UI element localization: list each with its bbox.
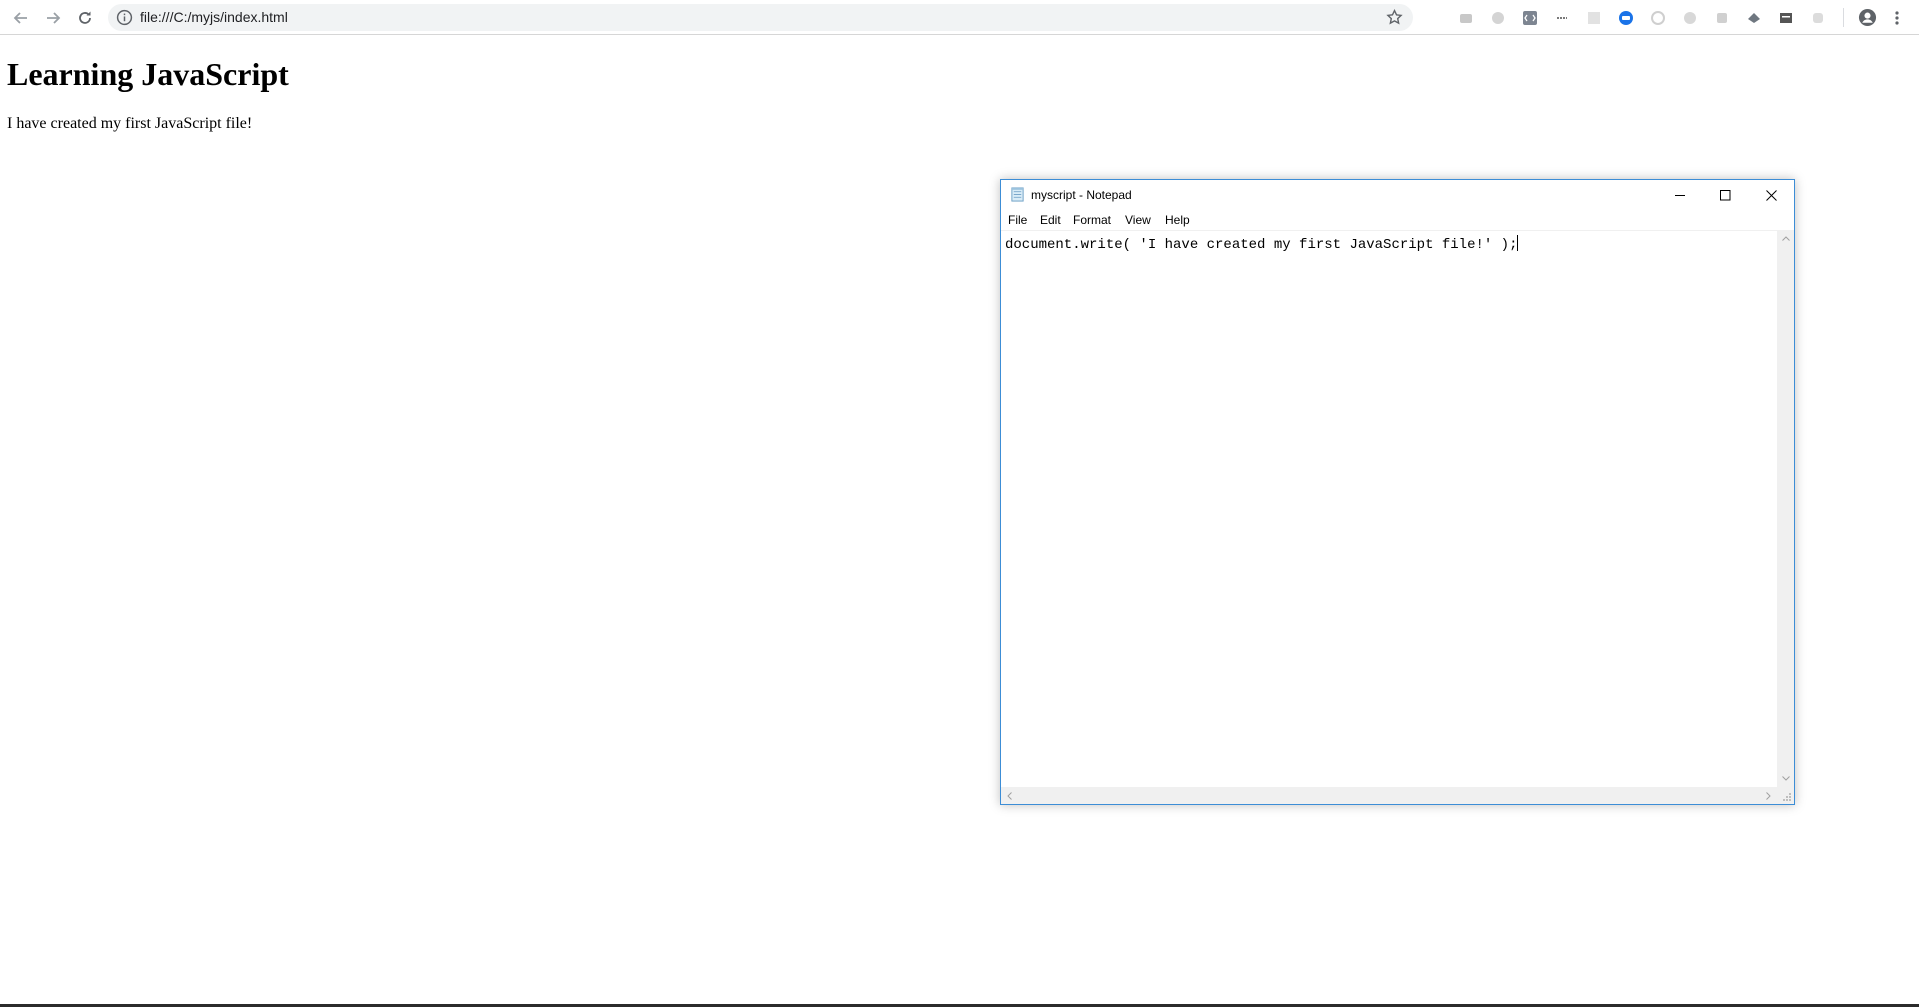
reload-button[interactable] xyxy=(72,5,98,31)
extension-icon[interactable] xyxy=(1681,9,1698,26)
menu-file[interactable]: File xyxy=(1008,213,1027,227)
notepad-content: document.write( 'I have created my first… xyxy=(1005,237,1518,253)
kebab-menu-icon xyxy=(1894,10,1899,25)
minimize-icon xyxy=(1675,194,1685,196)
menu-edit[interactable]: Edit xyxy=(1040,213,1061,227)
extension-icon[interactable] xyxy=(1585,9,1602,26)
page-heading: Learning JavaScript xyxy=(7,56,289,92)
profile-button[interactable] xyxy=(1857,7,1877,27)
minimize-button[interactable] xyxy=(1658,180,1703,210)
extension-icon[interactable] xyxy=(1617,9,1634,26)
notepad-app-icon xyxy=(1011,187,1024,202)
chevron-left-icon xyxy=(1007,791,1012,800)
text-caret xyxy=(1517,235,1519,251)
maximize-icon xyxy=(1720,189,1731,200)
back-button[interactable] xyxy=(8,5,34,31)
chevron-up-icon xyxy=(1781,236,1790,241)
page-paragraph: I have created my first JavaScript file! xyxy=(7,115,253,132)
notepad-menubar: File Edit Format View Help xyxy=(1001,211,1794,230)
info-icon[interactable] xyxy=(116,9,133,26)
notepad-window[interactable]: myscript - Notepad File Edit Format View… xyxy=(1000,179,1795,805)
extension-icon[interactable] xyxy=(1713,9,1730,26)
notepad-title: myscript - Notepad xyxy=(1031,188,1132,202)
chevron-right-icon xyxy=(1766,791,1771,800)
resize-grip-icon xyxy=(1783,793,1791,801)
reload-icon xyxy=(79,11,91,24)
extension-icon[interactable] xyxy=(1809,9,1826,26)
scroll-up-button[interactable] xyxy=(1777,230,1794,247)
extension-icon[interactable] xyxy=(1553,9,1570,26)
resize-grip[interactable] xyxy=(1777,787,1794,804)
maximize-button[interactable] xyxy=(1703,180,1748,210)
menu-format[interactable]: Format xyxy=(1073,213,1111,227)
code-extension-icon[interactable] xyxy=(1521,9,1538,26)
url-text[interactable]: file:///C:/myjs/index.html xyxy=(140,9,288,25)
forward-button[interactable] xyxy=(40,5,66,31)
vertical-scrollbar[interactable] xyxy=(1777,230,1794,787)
menu-button[interactable] xyxy=(1888,9,1905,26)
extension-icon[interactable] xyxy=(1777,9,1794,26)
scroll-down-button[interactable] xyxy=(1777,770,1794,787)
arrow-right-icon xyxy=(47,12,61,24)
notepad-titlebar[interactable]: myscript - Notepad xyxy=(1001,180,1794,210)
menu-view[interactable]: View xyxy=(1125,213,1151,227)
address-bar[interactable]: file:///C:/myjs/index.html xyxy=(108,4,1413,31)
account-icon xyxy=(1858,8,1876,26)
notepad-text-area[interactable]: document.write( 'I have created my first… xyxy=(1001,230,1777,787)
scroll-right-button[interactable] xyxy=(1760,787,1777,804)
scroll-left-button[interactable] xyxy=(1001,787,1018,804)
arrow-left-icon xyxy=(13,12,27,24)
horizontal-scrollbar[interactable] xyxy=(1001,787,1777,804)
extension-icon[interactable] xyxy=(1649,9,1666,26)
star-icon[interactable] xyxy=(1386,9,1403,26)
extension-icon[interactable] xyxy=(1489,9,1506,26)
menu-help[interactable]: Help xyxy=(1165,213,1190,227)
toolbar-separator xyxy=(1843,8,1844,27)
extension-icon[interactable] xyxy=(1457,9,1474,26)
chevron-down-icon xyxy=(1781,776,1790,781)
close-button[interactable] xyxy=(1749,180,1794,210)
browser-toolbar: file:///C:/myjs/index.html xyxy=(0,0,1919,35)
extension-icon[interactable] xyxy=(1745,9,1762,26)
close-icon xyxy=(1766,189,1777,201)
notepad-text[interactable]: document.write( 'I have created my first… xyxy=(1005,235,1519,253)
